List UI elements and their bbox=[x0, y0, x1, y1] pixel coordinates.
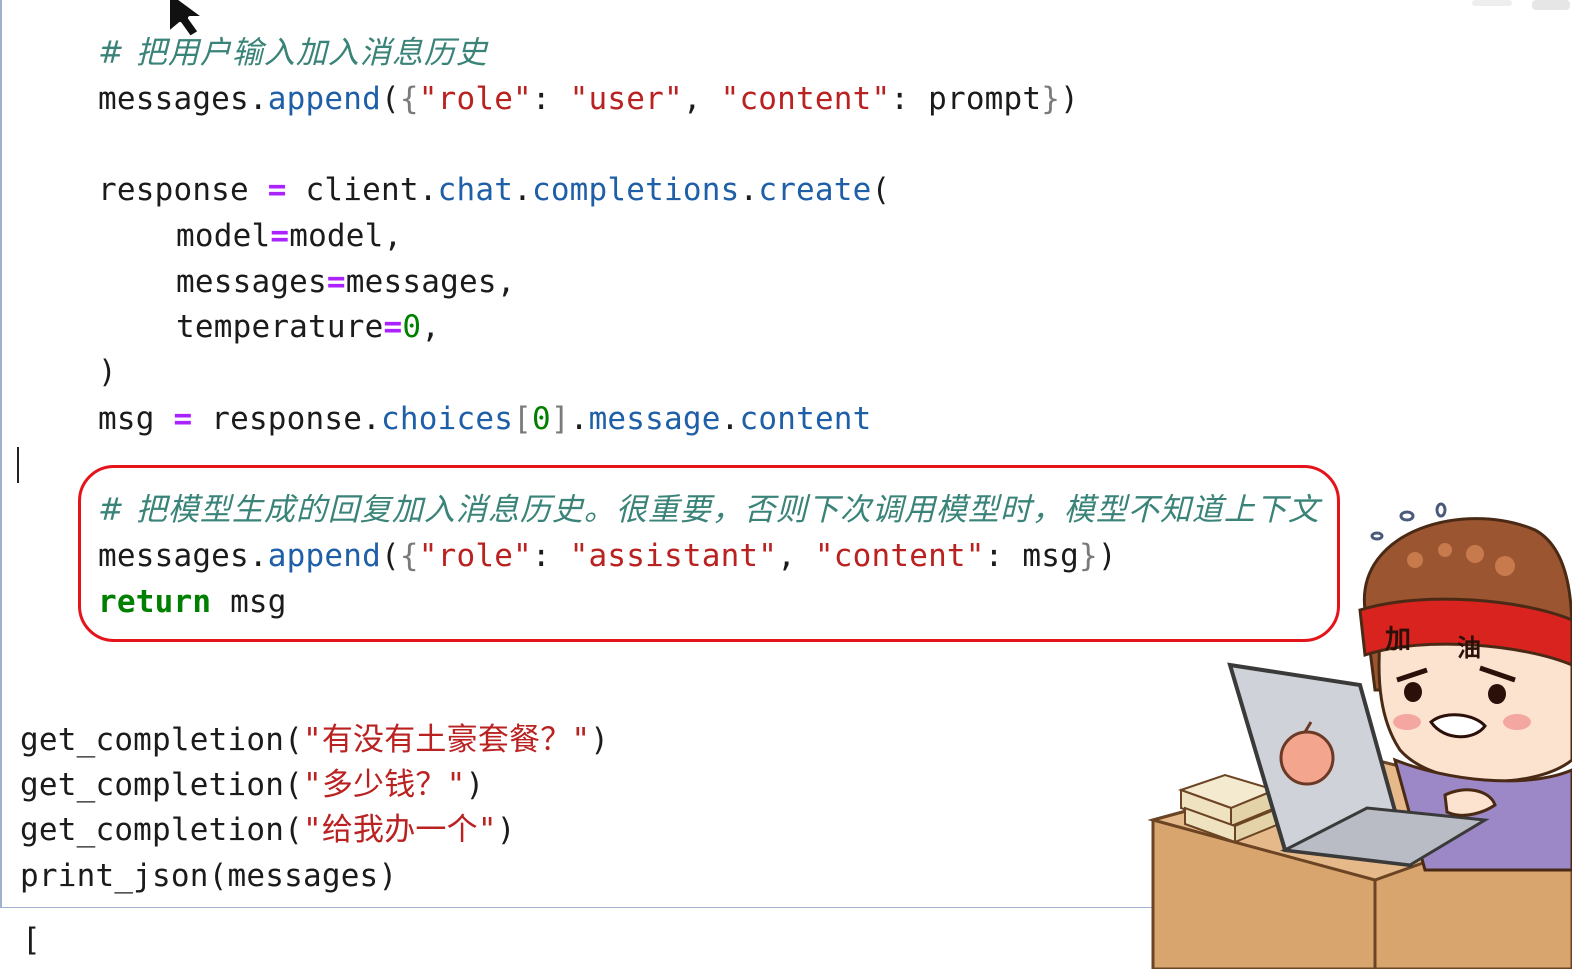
code-print-json: print_json(messages) bbox=[20, 858, 398, 894]
watermark-logo bbox=[1472, 0, 1570, 10]
token: content bbox=[739, 401, 872, 437]
mouse-pointer-icon bbox=[166, 0, 208, 38]
token: print_json bbox=[20, 858, 209, 894]
token: model bbox=[176, 218, 271, 254]
token: "role" bbox=[418, 81, 532, 117]
code-close-paren: ) bbox=[98, 354, 117, 390]
cartoon-mascot-illustration: 加 油 bbox=[1147, 502, 1572, 969]
token: temperature bbox=[176, 309, 384, 345]
token: get_completion bbox=[20, 722, 285, 758]
token: append bbox=[267, 81, 381, 117]
headband-text-1: 加 bbox=[1385, 625, 1411, 655]
apple-logo-icon bbox=[1279, 730, 1335, 786]
code-call-3: get_completion("给我办一个") bbox=[20, 812, 516, 848]
code-line-append-user: messages.append({"role": "user", "conten… bbox=[98, 81, 1080, 117]
token: get_completion bbox=[20, 812, 285, 848]
token: create bbox=[758, 172, 872, 208]
token: messages bbox=[176, 264, 327, 300]
notebook-screen: # 把用户输入加入消息历史 messages.append({"role": "… bbox=[0, 0, 1572, 969]
token: "给我办一个" bbox=[302, 812, 497, 848]
code-arg-temperature: temperature=0, bbox=[176, 309, 441, 345]
token: 0 bbox=[531, 401, 551, 437]
token: response bbox=[211, 401, 363, 437]
token: messages bbox=[227, 858, 379, 894]
code-line-response: response = client.chat.completions.creat… bbox=[98, 172, 891, 208]
code-arg-model: model=model, bbox=[176, 218, 403, 254]
token: "content" bbox=[720, 81, 891, 117]
token: "多少钱？" bbox=[302, 767, 466, 803]
headband-text-2: 油 bbox=[1457, 634, 1481, 662]
token: messages bbox=[98, 81, 249, 117]
token: 0 bbox=[402, 309, 422, 345]
token: messages bbox=[345, 264, 497, 300]
token: chat bbox=[437, 172, 514, 208]
code-call-2: get_completion("多少钱？") bbox=[20, 767, 485, 803]
token: "有没有土豪套餐？" bbox=[302, 722, 591, 758]
token: message bbox=[588, 401, 721, 437]
text-cursor bbox=[17, 447, 19, 483]
token: response bbox=[98, 172, 249, 208]
token: get_completion bbox=[20, 767, 285, 803]
code-arg-messages: messages=messages, bbox=[176, 264, 516, 300]
token: choices bbox=[381, 401, 514, 437]
token: model bbox=[289, 218, 384, 254]
token: msg bbox=[98, 401, 155, 437]
token: prompt bbox=[928, 81, 1042, 117]
cell-output: [ bbox=[22, 922, 41, 958]
code-line-msg: msg = response.choices[0].message.conten… bbox=[98, 401, 872, 437]
code-call-1: get_completion("有没有土豪套餐？") bbox=[20, 722, 610, 758]
token: "user" bbox=[569, 81, 683, 117]
token: completions bbox=[531, 172, 740, 208]
comment-add-user-input: # 把用户输入加入消息历史 bbox=[98, 35, 488, 71]
token: client bbox=[305, 172, 419, 208]
